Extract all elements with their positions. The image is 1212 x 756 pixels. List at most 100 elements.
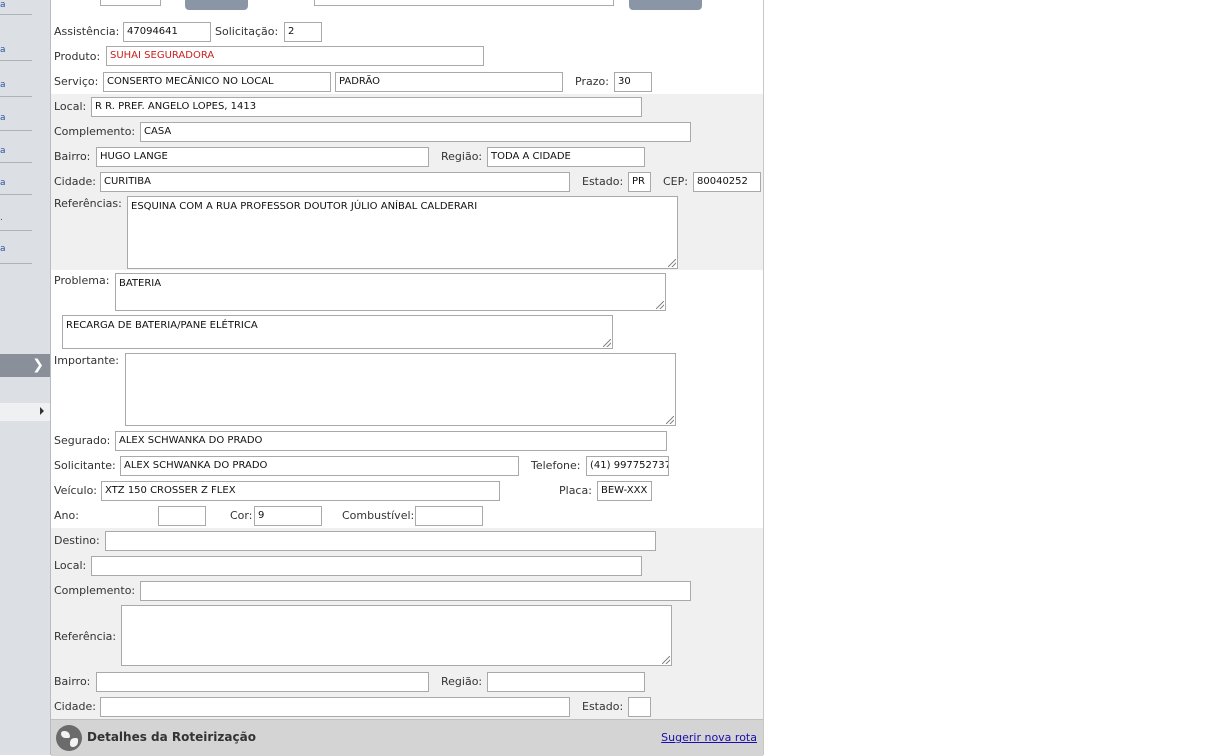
cidade-label: Cidade: <box>54 175 96 188</box>
cep-label: CEP: <box>663 175 688 188</box>
sidebar-mark: a <box>0 146 6 156</box>
regiao-label: Região: <box>441 150 483 163</box>
sidebar-submenu-toggle[interactable] <box>0 403 50 421</box>
segurado-label: Segurado: <box>54 434 111 447</box>
resize-grip-icon[interactable] <box>662 656 670 664</box>
destino-estado-label: Estado: <box>582 700 624 713</box>
destino-cidade-field[interactable] <box>100 697 570 717</box>
sidebar-divider <box>0 130 32 131</box>
caret-right-icon <box>40 407 44 415</box>
produto-field[interactable]: SUHAI SEGURADORA <box>106 46 484 66</box>
sidebar-mark: a <box>0 45 6 55</box>
chevron-right-icon: ❯ <box>32 357 44 373</box>
local-field[interactable]: R R. PREF. ANGELO LOPES, 1413 <box>91 97 642 117</box>
sidebar-expand-button[interactable]: ❯ <box>0 354 50 377</box>
bairro-label: Bairro: <box>54 150 91 163</box>
bairro-field[interactable]: HUGO LANGE <box>96 147 429 167</box>
prazo-field[interactable]: 30 <box>614 72 652 92</box>
resize-grip-icon[interactable] <box>668 259 676 267</box>
sidebar-mark: a <box>0 0 6 10</box>
segurado-field[interactable]: ALEX SCHWANKA DO PRADO <box>115 431 667 451</box>
cor-field[interactable]: 9 <box>254 506 322 526</box>
top-button[interactable] <box>185 0 248 10</box>
destino-local-field[interactable] <box>91 556 642 576</box>
ano-label: Ano: <box>54 509 79 522</box>
prazo-label: Prazo: <box>575 75 609 88</box>
telefone-label: Telefone: <box>531 459 581 472</box>
sidebar-mark: a <box>0 80 6 90</box>
destino-local-label: Local: <box>54 559 87 572</box>
solicitante-label: Solicitante: <box>54 459 116 472</box>
destino-complemento-label: Complemento: <box>54 584 136 597</box>
sidebar-divider <box>0 230 32 231</box>
assistencia-field[interactable]: 47094641 <box>123 22 211 42</box>
service-form-panel: Assistência: 47094641 Solicitação: 2 Pro… <box>51 0 764 756</box>
complemento-label: Complemento: <box>54 125 136 138</box>
referencias-textarea[interactable]: ESQUINA COM A RUA PROFESSOR DOUTOR JÚLIO… <box>127 196 678 269</box>
destino-bairro-field[interactable] <box>96 672 429 692</box>
destino-field[interactable] <box>105 531 656 551</box>
destino-regiao-field[interactable] <box>487 672 645 692</box>
top-button[interactable] <box>629 0 702 10</box>
sidebar-mark: a <box>0 113 6 123</box>
destino-complemento-field[interactable] <box>140 581 691 601</box>
resize-grip-icon[interactable] <box>656 301 664 309</box>
problema-label: Problema: <box>54 274 110 287</box>
complemento-field[interactable]: CASA <box>140 122 691 142</box>
sidebar-divider <box>0 263 32 264</box>
suggest-new-route-link[interactable]: Sugerir nova rota <box>661 731 757 744</box>
destino-referencia-label: Referência: <box>54 630 117 643</box>
destino-referencia-textarea[interactable] <box>121 605 672 666</box>
destino-bairro-label: Bairro: <box>54 675 91 688</box>
cidade-field[interactable]: CURITIBA <box>100 172 570 192</box>
placa-field[interactable]: BEW-XXX <box>597 481 652 501</box>
destino-cidade-label: Cidade: <box>54 700 96 713</box>
sidebar-mark: . <box>0 213 3 223</box>
sidebar-divider <box>0 96 32 97</box>
veiculo-field[interactable]: XTZ 150 CROSSER Z FLEX <box>101 481 500 501</box>
resize-grip-icon[interactable] <box>666 416 674 424</box>
importante-textarea[interactable] <box>125 353 676 426</box>
solicitacao-label: Solicitação: <box>215 25 279 38</box>
destino-estado-field[interactable] <box>628 697 651 717</box>
routing-details-bar: Detalhes da Roteirização Sugerir nova ro… <box>51 719 763 756</box>
sidebar-divider <box>0 162 32 163</box>
left-sidebar: a a a a a a . a ❯ <box>0 0 51 755</box>
estado-label: Estado: <box>582 175 624 188</box>
destino-regiao-label: Região: <box>441 675 483 688</box>
local-label: Local: <box>54 100 87 113</box>
telefone-field[interactable]: (41) 997752737 <box>586 456 669 476</box>
solicitacao-field[interactable]: 2 <box>284 22 322 42</box>
assistencia-label: Assistência: <box>54 25 120 38</box>
referencias-label: Referências: <box>54 197 122 210</box>
servico-label: Serviço: <box>54 75 99 88</box>
estado-field[interactable]: PR <box>628 172 651 192</box>
solicitante-field[interactable]: ALEX SCHWANKA DO PRADO <box>120 456 519 476</box>
referencias-text: ESQUINA COM A RUA PROFESSOR DOUTOR JÚLIO… <box>131 201 478 212</box>
problema-textarea[interactable]: BATERIA <box>115 273 666 311</box>
problema-detail-text: RECARGA DE BATERIA/PANE ELÉTRICA <box>66 320 258 331</box>
cor-label: Cor: <box>230 509 253 522</box>
sidebar-mark: a <box>0 178 6 188</box>
combustivel-field[interactable] <box>415 506 483 526</box>
combustivel-label: Combustível: <box>342 509 415 522</box>
sidebar-divider <box>0 194 32 195</box>
sidebar-divider <box>0 60 32 61</box>
importante-label: Importante: <box>54 354 120 367</box>
destino-label: Destino: <box>54 534 100 547</box>
routing-details-title: Detalhes da Roteirização <box>87 730 256 744</box>
ano-field[interactable] <box>158 506 206 526</box>
top-field[interactable] <box>100 0 161 6</box>
regiao-field[interactable]: TODA A CIDADE <box>487 147 645 167</box>
cep-field[interactable]: 80040252 <box>693 172 761 192</box>
sidebar-divider <box>0 14 32 15</box>
sidebar-mark: a <box>0 244 6 254</box>
servico-type-field[interactable]: PADRÃO <box>335 72 563 92</box>
resize-grip-icon[interactable] <box>603 339 611 347</box>
problema-detail-textarea[interactable]: RECARGA DE BATERIA/PANE ELÉTRICA <box>62 315 613 349</box>
placa-label: Placa: <box>559 484 592 497</box>
servico-field[interactable]: CONSERTO MECÂNICO NO LOCAL <box>103 72 331 92</box>
produto-label: Produto: <box>54 50 101 63</box>
veiculo-label: Veículo: <box>54 484 98 497</box>
top-field[interactable] <box>314 0 614 6</box>
